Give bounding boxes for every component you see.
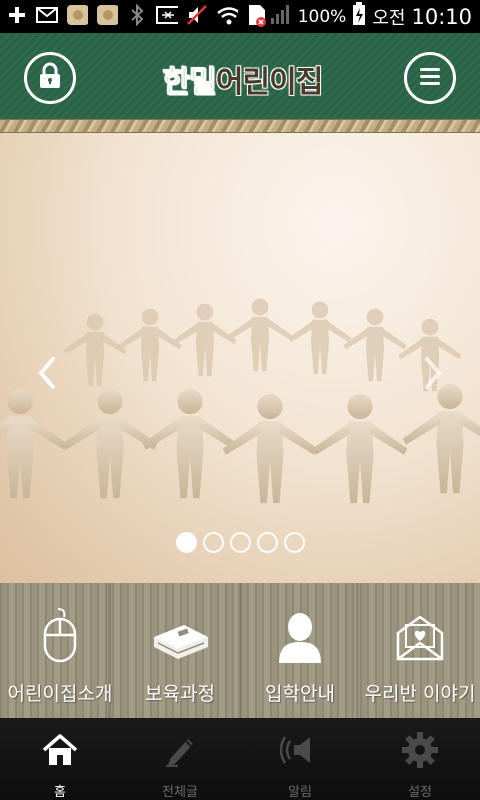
book-icon bbox=[150, 583, 210, 665]
slider-next-button[interactable] bbox=[418, 355, 448, 395]
status-bar: 100% 오전 10:10 bbox=[0, 0, 480, 33]
nav-all-posts-label: 전체글 bbox=[162, 785, 198, 800]
menu-button[interactable] bbox=[404, 52, 456, 104]
menu-curriculum[interactable]: 보육과정 bbox=[120, 583, 240, 718]
signal-icon bbox=[270, 3, 292, 30]
logo-text-part2: 어린이집 bbox=[215, 65, 323, 100]
slider-dot[interactable] bbox=[230, 532, 251, 553]
pencil-icon bbox=[162, 730, 198, 769]
nav-home-label: 홈 bbox=[54, 785, 66, 800]
image-slider[interactable] bbox=[0, 133, 480, 583]
quick-menu: 어린이집소개 보육과정 입학안내 우리반 이야기 bbox=[0, 583, 480, 718]
slider-prev-button[interactable] bbox=[32, 355, 62, 395]
bottom-navigation: 홈 전체글 알림 설정 bbox=[0, 718, 480, 800]
nav-settings-label: 설정 bbox=[408, 785, 432, 800]
nav-settings[interactable]: 설정 bbox=[360, 718, 480, 800]
gear-icon bbox=[401, 730, 439, 769]
wifi-icon bbox=[216, 4, 238, 26]
mute-icon bbox=[186, 4, 208, 26]
nfc-icon bbox=[156, 4, 178, 26]
rope-divider bbox=[0, 119, 480, 133]
app-icon bbox=[66, 4, 88, 26]
person-icon bbox=[277, 583, 323, 665]
menu-class-story-label: 우리반 이야기 bbox=[364, 683, 476, 705]
nav-notifications-label: 알림 bbox=[288, 785, 312, 800]
bluetooth-icon bbox=[126, 4, 148, 26]
heart-envelope-icon bbox=[394, 583, 446, 665]
nav-home[interactable]: 홈 bbox=[0, 718, 120, 800]
menu-about-label: 어린이집소개 bbox=[7, 683, 113, 705]
menu-class-story[interactable]: 우리반 이야기 bbox=[360, 583, 480, 718]
app-icon bbox=[96, 4, 118, 26]
speaker-icon bbox=[280, 730, 320, 769]
paper-people-chain-image bbox=[0, 298, 480, 504]
app-header: 한밀 어린이집 bbox=[0, 33, 480, 121]
chevron-right-icon bbox=[423, 356, 443, 394]
status-icons bbox=[6, 4, 268, 27]
mouse-icon bbox=[40, 583, 80, 665]
nav-notifications[interactable]: 알림 bbox=[240, 718, 360, 800]
battery-charging-icon bbox=[352, 2, 366, 31]
slider-dot[interactable] bbox=[176, 532, 197, 553]
menu-admission-label: 입학안내 bbox=[265, 683, 335, 705]
slider-dot[interactable] bbox=[257, 532, 278, 553]
plus-icon bbox=[6, 4, 28, 26]
sim-error-icon bbox=[246, 4, 268, 27]
logo-text-part1: 한밀 bbox=[162, 65, 217, 101]
hamburger-menu-icon bbox=[418, 65, 442, 91]
status-right: 100% 오전 10:10 bbox=[270, 0, 472, 33]
ampm-label: 오전 bbox=[372, 7, 406, 29]
mail-icon bbox=[36, 4, 58, 26]
app-logo: 한밀 어린이집 bbox=[155, 55, 330, 103]
chevron-left-icon bbox=[37, 356, 57, 394]
nav-all-posts[interactable]: 전체글 bbox=[120, 718, 240, 800]
lock-icon bbox=[37, 62, 63, 94]
menu-admission[interactable]: 입학안내 bbox=[240, 583, 360, 718]
clock: 10:10 bbox=[411, 4, 472, 29]
slider-dot[interactable] bbox=[284, 532, 305, 553]
lock-button[interactable] bbox=[24, 52, 76, 104]
menu-curriculum-label: 보육과정 bbox=[145, 683, 215, 705]
slider-dot[interactable] bbox=[203, 532, 224, 553]
home-icon bbox=[42, 730, 78, 769]
slider-pagination bbox=[176, 532, 305, 553]
menu-about[interactable]: 어린이집소개 bbox=[0, 583, 120, 718]
battery-percent: 100% bbox=[297, 6, 347, 27]
